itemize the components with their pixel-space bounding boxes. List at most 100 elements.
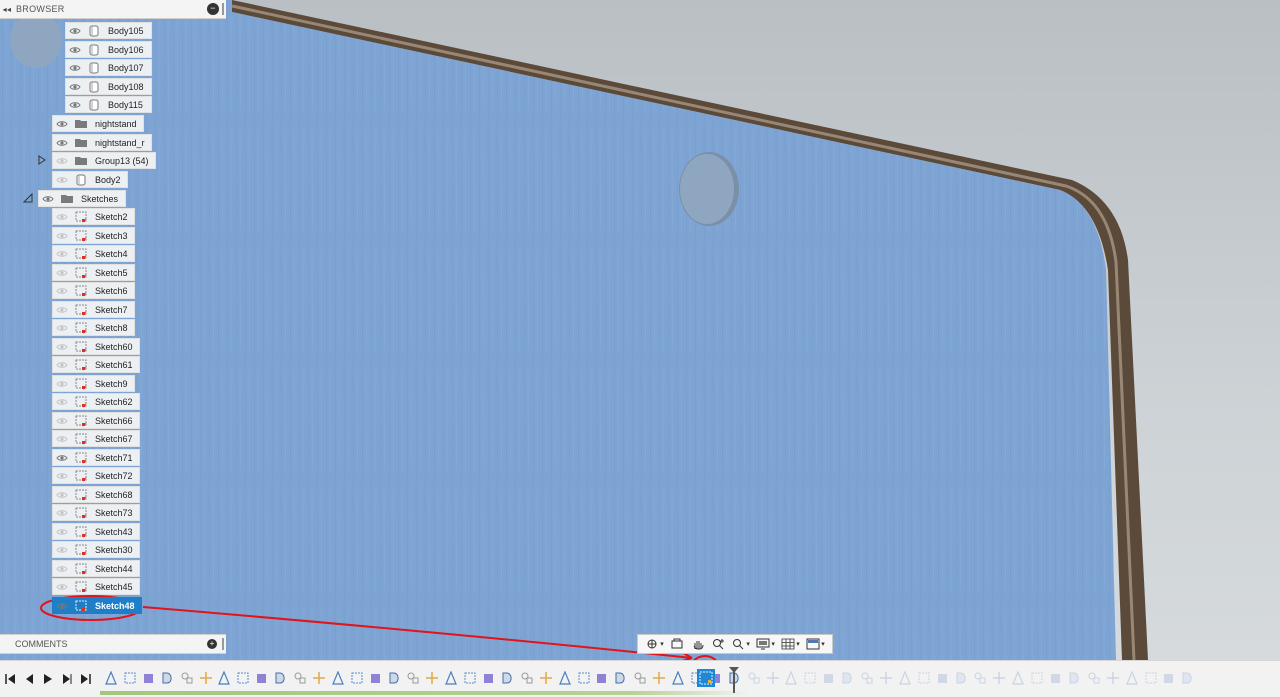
timeline-feature[interactable] xyxy=(104,670,118,685)
tree-item-group13-54[interactable]: Group13 (54) xyxy=(52,152,156,169)
timeline-feature[interactable] xyxy=(879,671,893,685)
visibility-eye-icon[interactable] xyxy=(66,83,84,91)
grid-settings-icon[interactable]: ▾ xyxy=(781,638,800,650)
visibility-eye-icon[interactable] xyxy=(53,509,71,517)
orbit-icon[interactable]: ▾ xyxy=(645,638,664,650)
timeline-sketch48-selected[interactable] xyxy=(697,669,715,687)
timeline-feature[interactable] xyxy=(803,671,817,685)
timeline-feature[interactable] xyxy=(898,670,912,685)
visibility-eye-icon[interactable] xyxy=(53,435,71,443)
fit-icon[interactable]: ▾ xyxy=(731,638,750,650)
timeline-feature[interactable] xyxy=(1087,671,1101,685)
visibility-eye-icon[interactable] xyxy=(53,454,71,462)
tree-item-sketch4[interactable]: Sketch4 xyxy=(52,245,135,262)
tree-item-body115[interactable]: Body115 xyxy=(65,96,152,113)
timeline-feature[interactable] xyxy=(558,670,572,685)
tree-item-sketch43[interactable]: Sketch43 xyxy=(52,523,140,540)
timeline-feature[interactable] xyxy=(1030,671,1044,685)
browser-collapse-icon[interactable]: ◂◂ xyxy=(0,5,14,14)
tree-item-sketch66[interactable]: Sketch66 xyxy=(52,412,140,429)
go-to-start-icon[interactable] xyxy=(3,672,17,686)
tree-item-sketch5[interactable]: Sketch5 xyxy=(52,264,135,281)
visibility-eye-icon[interactable] xyxy=(39,195,57,203)
browser-minimize-icon[interactable]: − xyxy=(207,3,219,15)
visibility-eye-icon[interactable] xyxy=(53,361,71,369)
zoom-icon[interactable] xyxy=(711,638,725,650)
tree-item-sketch62[interactable]: Sketch62 xyxy=(52,393,140,410)
timeline-feature[interactable] xyxy=(822,671,836,685)
timeline-feature[interactable] xyxy=(936,671,950,685)
visibility-eye-icon[interactable] xyxy=(53,472,71,480)
visibility-eye-icon[interactable] xyxy=(53,380,71,388)
canvas-viewport[interactable] xyxy=(0,0,1280,696)
visibility-eye-icon[interactable] xyxy=(53,343,71,351)
visibility-eye-icon[interactable] xyxy=(53,491,71,499)
tree-item-sketch71[interactable]: Sketch71 xyxy=(52,449,140,466)
visibility-eye-icon[interactable] xyxy=(53,176,71,184)
tree-item-sketch30[interactable]: Sketch30 xyxy=(52,541,140,558)
expand-group13-icon[interactable] xyxy=(37,155,47,165)
timeline-feature[interactable] xyxy=(917,671,931,685)
timeline-feature[interactable] xyxy=(539,671,553,685)
visibility-eye-icon[interactable] xyxy=(53,232,71,240)
tree-item-body107[interactable]: Body107 xyxy=(65,59,152,76)
timeline-feature[interactable] xyxy=(312,671,326,685)
tree-item-sketches[interactable]: Sketches xyxy=(38,190,126,207)
go-to-end-icon[interactable] xyxy=(79,672,93,686)
tree-item-sketch67[interactable]: Sketch67 xyxy=(52,430,140,447)
timeline-feature[interactable] xyxy=(577,671,591,685)
timeline-feature[interactable] xyxy=(255,671,269,685)
timeline-feature[interactable] xyxy=(1125,670,1139,685)
tree-item-body2[interactable]: Body2 xyxy=(52,171,128,188)
timeline-feature[interactable] xyxy=(633,671,647,685)
tree-item-sketch72[interactable]: Sketch72 xyxy=(52,467,140,484)
timeline-feature[interactable] xyxy=(860,671,874,685)
timeline-feature[interactable] xyxy=(350,671,364,685)
tree-item-sketch45[interactable]: Sketch45 xyxy=(52,578,140,595)
timeline-feature[interactable] xyxy=(1162,671,1176,685)
visibility-eye-icon[interactable] xyxy=(53,583,71,591)
timeline-feature[interactable] xyxy=(841,671,855,685)
timeline-feature[interactable] xyxy=(595,671,609,685)
add-comment-icon[interactable]: + xyxy=(207,639,217,649)
timeline-feature[interactable] xyxy=(766,671,780,685)
timeline-feature[interactable] xyxy=(614,671,628,685)
timeline-feature[interactable] xyxy=(123,671,137,685)
timeline-feature[interactable] xyxy=(199,671,213,685)
visibility-eye-icon[interactable] xyxy=(53,250,71,258)
timeline-feature[interactable] xyxy=(747,671,761,685)
visibility-eye-icon[interactable] xyxy=(53,213,71,221)
timeline-feature[interactable] xyxy=(274,671,288,685)
visibility-eye-icon[interactable] xyxy=(53,139,71,147)
timeline-marker[interactable] xyxy=(729,667,739,693)
timeline-feature[interactable] xyxy=(180,671,194,685)
display-settings-icon[interactable]: ▾ xyxy=(756,638,775,650)
step-forward-icon[interactable] xyxy=(60,672,74,686)
tree-item-body108[interactable]: Body108 xyxy=(65,78,152,95)
tree-item-nightstand[interactable]: nightstand xyxy=(52,115,144,132)
timeline-feature[interactable] xyxy=(406,671,420,685)
visibility-eye-icon[interactable] xyxy=(53,398,71,406)
visibility-eye-icon[interactable] xyxy=(66,46,84,54)
timeline-feature[interactable] xyxy=(1049,671,1063,685)
visibility-eye-icon[interactable] xyxy=(53,157,71,165)
timeline-feature[interactable] xyxy=(955,671,969,685)
tree-item-sketch68[interactable]: Sketch68 xyxy=(52,486,140,503)
visibility-eye-icon[interactable] xyxy=(53,269,71,277)
tree-item-sketch6[interactable]: Sketch6 xyxy=(52,282,135,299)
tree-item-body106[interactable]: Body106 xyxy=(65,41,152,58)
visibility-eye-icon[interactable] xyxy=(66,64,84,72)
browser-grip-icon[interactable] xyxy=(222,3,224,15)
timeline-feature[interactable] xyxy=(501,671,515,685)
tree-item-sketch44[interactable]: Sketch44 xyxy=(52,560,140,577)
timeline-feature[interactable] xyxy=(293,671,307,685)
timeline-feature[interactable] xyxy=(1011,670,1025,685)
tree-item-nightstand-r[interactable]: nightstand_r xyxy=(52,134,152,151)
timeline-feature[interactable] xyxy=(161,671,175,685)
timeline-feature[interactable] xyxy=(784,670,798,685)
tree-item-sketch61[interactable]: Sketch61 xyxy=(52,356,140,373)
viewports-icon[interactable]: ▾ xyxy=(806,638,825,650)
pan-icon[interactable] xyxy=(691,638,705,650)
visibility-eye-icon[interactable] xyxy=(66,27,84,35)
timeline-feature[interactable] xyxy=(1144,671,1158,685)
